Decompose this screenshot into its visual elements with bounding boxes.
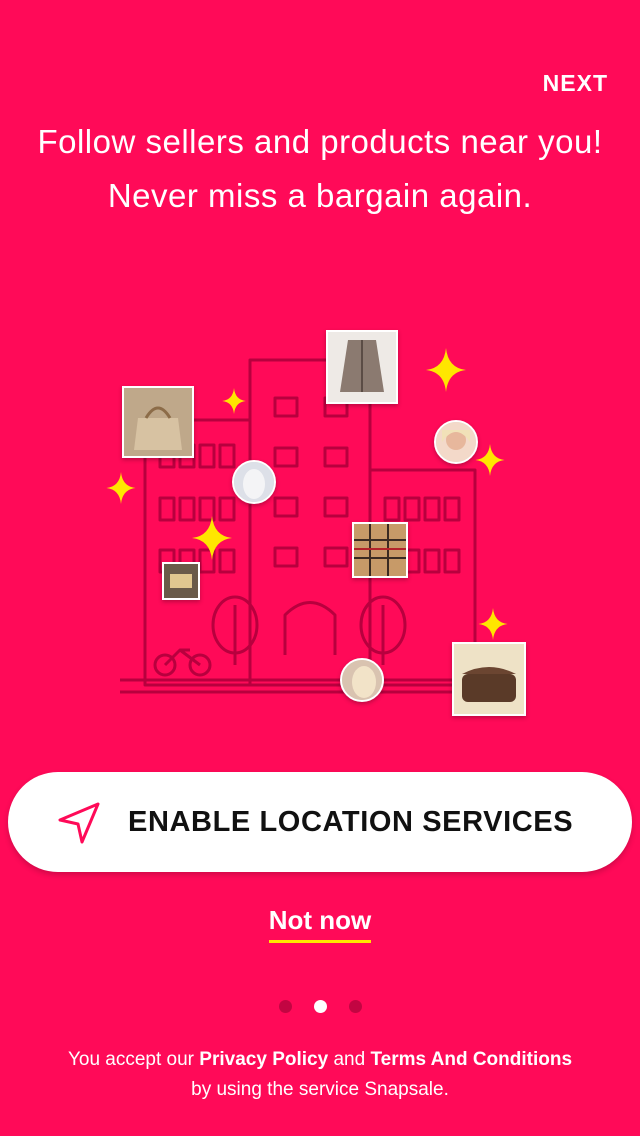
legal-and: and: [328, 1049, 371, 1070]
sparkle-icon: [478, 608, 508, 640]
product-photo-robe: [326, 330, 398, 404]
legal-prefix: You accept our: [67, 1049, 200, 1070]
sparkle-icon: [475, 444, 505, 476]
page-dot-active: [313, 1000, 327, 1013]
legal-suffix: by using the service Snapsale.: [191, 1079, 449, 1100]
page-dot: [278, 1000, 292, 1013]
seller-avatar-2: [232, 460, 276, 504]
sparkle-icon: [222, 388, 246, 414]
enable-location-services-button[interactable]: ENABLE LOCATION SERVICES: [8, 772, 632, 872]
seller-avatar-1: [434, 420, 478, 464]
product-photo-handbag: [122, 386, 194, 458]
city-illustration: [100, 320, 540, 720]
sparkle-icon: [426, 348, 466, 392]
sparkle-icon: [192, 516, 232, 560]
product-photo-box: [162, 562, 200, 600]
location-arrow-icon: [58, 802, 100, 844]
product-photo-scarf: [352, 522, 408, 578]
sparkle-icon: [106, 472, 136, 504]
enable-location-services-label: ENABLE LOCATION SERVICES: [128, 806, 574, 838]
privacy-policy-link[interactable]: Privacy Policy: [199, 1049, 328, 1070]
page-indicator: [0, 1000, 640, 1018]
page-dot: [348, 1000, 362, 1013]
product-photo-louis-vuitton-bag: [452, 642, 526, 716]
not-now-link[interactable]: Not now: [268, 905, 372, 943]
next-button[interactable]: NEXT: [543, 70, 608, 97]
terms-link[interactable]: Terms And Conditions: [370, 1049, 572, 1070]
page-title: Follow sellers and products near you! Ne…: [37, 123, 603, 214]
seller-avatar-3: [340, 658, 384, 702]
legal-notice: You accept our Privacy Policy and Terms …: [10, 1045, 630, 1105]
